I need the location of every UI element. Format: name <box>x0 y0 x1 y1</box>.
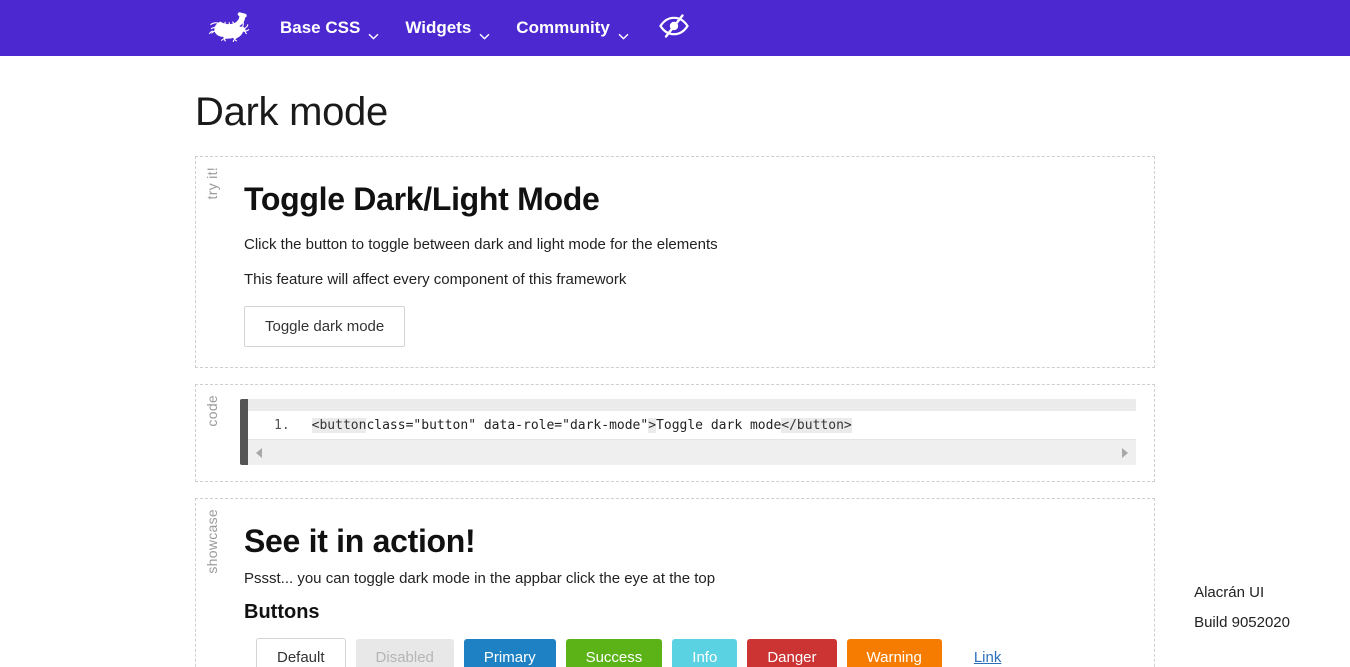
showcase-subheading: Buttons <box>244 601 320 623</box>
nav-item-base-css-label: Base CSS <box>280 18 361 37</box>
page-content: Dark mode try it! Toggle Dark/Light Mode… <box>0 88 1350 667</box>
showcase-paragraph: Pssst... you can toggle dark mode in the… <box>244 570 716 587</box>
nav-item-widgets-label: Widgets <box>405 18 472 37</box>
chevron-down-icon <box>618 25 629 40</box>
corner-product-name: Alacrán UI <box>1194 584 1265 601</box>
panel-tag-code: code <box>204 395 220 427</box>
code-gutter-bar <box>240 399 248 465</box>
button-default[interactable]: Default <box>256 638 346 667</box>
scorpion-logo-icon[interactable] <box>205 8 253 48</box>
panel-tag-showcase: showcase <box>204 509 220 574</box>
code-token-open-tag: <button <box>311 417 367 433</box>
button-success[interactable]: Success <box>565 639 663 667</box>
corner-build-number: Build 9052020 <box>1194 614 1290 631</box>
code-topbar <box>248 399 1136 411</box>
code-token-text: Toggle dark mode <box>656 417 782 433</box>
try-it-panel: try it! Toggle Dark/Light Mode Click the… <box>195 156 1155 368</box>
showcase-panel-body: See it in action! Pssst... you can toggl… <box>196 499 1154 667</box>
arrow-left-icon[interactable] <box>256 447 262 458</box>
nav-item-widgets[interactable]: Widgets <box>392 0 503 56</box>
showcase-panel: showcase See it in action! Pssst... you … <box>195 498 1155 667</box>
corner-info: Alacrán UI Build 9052020 <box>1194 578 1290 638</box>
try-it-paragraph-1: Click the button to toggle between dark … <box>244 236 718 253</box>
code-panel-body: 1. <button class="button" data-role="dar… <box>196 385 1154 481</box>
button-warning[interactable]: Warning <box>846 639 942 667</box>
panel-tag-try-it: try it! <box>204 167 220 200</box>
try-it-panel-body: Toggle Dark/Light Mode Click the button … <box>196 157 1154 367</box>
page-title: Dark mode <box>195 90 388 134</box>
button-disabled: Disabled <box>355 639 454 667</box>
scorpion-glyph <box>208 12 250 42</box>
code-horizontal-scrollbar[interactable] <box>248 439 1136 465</box>
code-token-close-tag: </button> <box>781 417 852 433</box>
appbar: Base CSS Widgets Community <box>0 0 1350 56</box>
code-token-gt: > <box>648 417 657 433</box>
code-block: 1. <button class="button" data-role="dar… <box>240 399 1136 465</box>
button-primary[interactable]: Primary <box>463 639 556 667</box>
dark-mode-toggle-button[interactable] <box>648 0 700 56</box>
showcase-button-row: Default Disabled Primary Success Info Da… <box>244 638 1136 667</box>
eye-slash-icon <box>658 13 690 44</box>
chevron-down-icon <box>368 25 379 40</box>
showcase-heading: See it in action! <box>244 523 476 559</box>
code-token-attrs: class="button" data-role="dark-mode" <box>366 417 649 433</box>
code-panel: code 1. <button class="button" data-role… <box>195 384 1155 482</box>
code-line-number: 1. <box>274 417 290 433</box>
nav-item-community[interactable]: Community <box>503 0 642 56</box>
toggle-dark-mode-button[interactable]: Toggle dark mode <box>244 306 406 347</box>
chevron-down-icon <box>479 25 490 40</box>
try-it-heading: Toggle Dark/Light Mode <box>244 181 600 217</box>
button-link[interactable]: Link <box>974 649 1002 666</box>
try-it-paragraph-2: This feature will affect every component… <box>244 271 627 288</box>
nav-item-community-label: Community <box>516 18 610 37</box>
code-area: 1. <button class="button" data-role="dar… <box>248 399 1136 465</box>
arrow-right-icon[interactable] <box>1122 447 1128 458</box>
button-info[interactable]: Info <box>672 639 738 667</box>
code-line-1[interactable]: 1. <button class="button" data-role="dar… <box>248 411 1136 439</box>
nav-item-base-css[interactable]: Base CSS <box>267 0 392 56</box>
button-danger[interactable]: Danger <box>747 639 837 667</box>
